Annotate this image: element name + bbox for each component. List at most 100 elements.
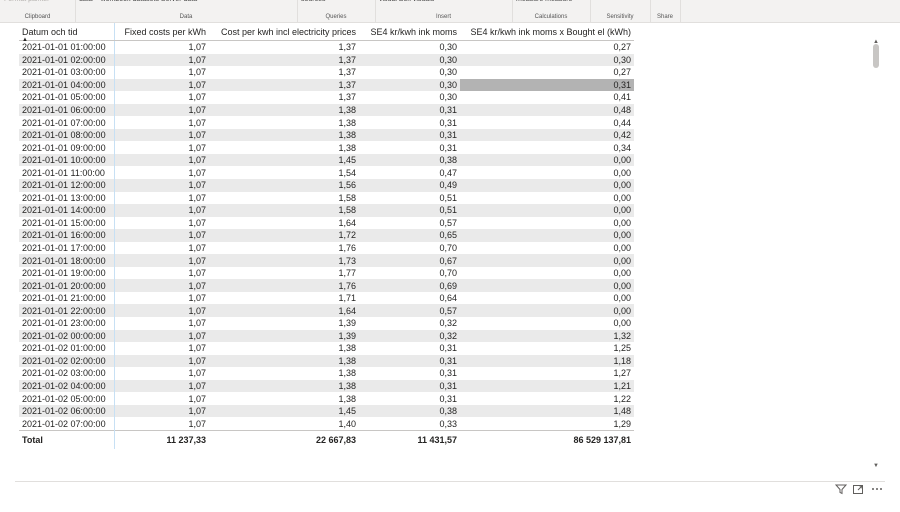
cell-se4-bought[interactable]: 0,00 — [460, 267, 634, 280]
cell-se4-price[interactable]: 0,47 — [359, 166, 460, 179]
table-row[interactable]: 2021-01-01 14:00:00 1,07 1,58 0,51 0,00 — [19, 204, 634, 217]
cell-cost-per-kwh[interactable]: 1,37 — [209, 41, 359, 54]
cell-fixed-costs[interactable]: 1,07 — [114, 267, 209, 280]
filter-icon[interactable] — [834, 483, 848, 495]
table-row[interactable]: 2021-01-01 11:00:00 1,07 1,54 0,47 0,00 — [19, 166, 634, 180]
cell-datum[interactable]: 2021-01-01 01:00:00 — [19, 40, 115, 54]
cell-cost-per-kwh[interactable]: 1,37 — [209, 66, 359, 79]
cell-se4-price[interactable]: 0,70 — [359, 242, 460, 255]
cell-se4-bought[interactable]: 0,30 — [460, 53, 634, 67]
cell-fixed-costs[interactable]: 1,07 — [114, 116, 209, 129]
cell-cost-per-kwh[interactable]: 1,38 — [209, 354, 359, 368]
cell-datum[interactable]: 2021-01-02 02:00:00 — [19, 354, 115, 368]
cell-datum[interactable]: 2021-01-02 00:00:00 — [19, 329, 115, 343]
cell-datum[interactable]: 2021-01-01 12:00:00 — [19, 179, 115, 192]
cell-se4-bought[interactable]: 0,00 — [460, 254, 634, 267]
cell-datum[interactable]: 2021-01-01 07:00:00 — [19, 116, 115, 129]
cell-se4-bought[interactable]: 0,27 — [460, 41, 634, 54]
cell-fixed-costs[interactable]: 1,07 — [114, 379, 209, 393]
cell-fixed-costs[interactable]: 1,07 — [114, 179, 209, 192]
cell-se4-price[interactable]: 0,31 — [359, 367, 460, 380]
table-row[interactable]: 2021-01-01 12:00:00 1,07 1,56 0,49 0,00 — [19, 179, 634, 192]
cell-se4-bought[interactable]: 0,48 — [460, 103, 634, 117]
cell-cost-per-kwh[interactable]: 1,37 — [209, 53, 359, 67]
cell-se4-bought[interactable]: 1,29 — [460, 417, 634, 430]
cell-se4-price[interactable]: 0,30 — [359, 66, 460, 79]
cell-se4-bought[interactable]: 1,22 — [460, 392, 634, 405]
cell-se4-price[interactable]: 0,30 — [359, 78, 460, 92]
cell-cost-per-kwh[interactable]: 1,71 — [209, 292, 359, 305]
table-row[interactable]: 2021-01-01 05:00:00 1,07 1,37 0,30 0,41 — [19, 91, 634, 104]
cell-datum[interactable]: 2021-01-01 11:00:00 — [19, 166, 115, 180]
cell-datum[interactable]: 2021-01-01 05:00:00 — [19, 91, 115, 104]
cell-se4-bought[interactable]: 0,00 — [460, 317, 634, 330]
cell-cost-per-kwh[interactable]: 1,38 — [209, 379, 359, 393]
cell-se4-bought[interactable]: 0,41 — [460, 91, 634, 104]
vertical-scrollbar[interactable]: ▲ ▼ — [871, 38, 881, 470]
ribbon-group-buttons[interactable]: ˅ — [594, 0, 598, 3]
table-row[interactable]: 2021-01-01 18:00:00 1,07 1,73 0,67 0,00 — [19, 254, 634, 267]
cell-cost-per-kwh[interactable]: 1,64 — [209, 304, 359, 318]
table-row[interactable]: 2021-01-01 02:00:00 1,07 1,37 0,30 0,30 — [19, 53, 634, 67]
cell-se4-bought[interactable]: 0,00 — [460, 279, 634, 292]
cell-se4-price[interactable]: 0,51 — [359, 204, 460, 217]
table-row[interactable]: 2021-01-01 19:00:00 1,07 1,77 0,70 0,00 — [19, 266, 634, 280]
table-row[interactable]: 2021-01-01 01:00:00 1,07 1,37 0,30 0,27 — [19, 40, 634, 54]
cell-se4-price[interactable]: 0,31 — [359, 141, 460, 154]
cell-datum[interactable]: 2021-01-01 23:00:00 — [19, 317, 115, 330]
cell-cost-per-kwh[interactable]: 1,56 — [209, 179, 359, 192]
cell-cost-per-kwh[interactable]: 1,38 — [209, 116, 359, 129]
cell-datum[interactable]: 2021-01-01 19:00:00 — [19, 266, 115, 280]
table-row[interactable]: 2021-01-01 10:00:00 1,07 1,45 0,38 0,00 — [19, 153, 634, 167]
cell-datum[interactable]: 2021-01-01 16:00:00 — [19, 229, 115, 242]
cell-datum[interactable]: 2021-01-01 13:00:00 — [19, 191, 115, 205]
column-header-se4-bought[interactable]: SE4 kr/kwh ink moms x Bought el (kWh) — [460, 23, 634, 41]
cell-fixed-costs[interactable]: 1,07 — [114, 242, 209, 255]
cell-datum[interactable]: 2021-01-02 07:00:00 — [19, 417, 115, 431]
cell-fixed-costs[interactable]: 1,07 — [114, 354, 209, 368]
cell-se4-price[interactable]: 0,30 — [359, 41, 460, 54]
cell-cost-per-kwh[interactable]: 1,38 — [209, 392, 359, 405]
cell-se4-bought[interactable]: 0,31 — [460, 78, 634, 92]
table-row[interactable]: 2021-01-01 22:00:00 1,07 1,64 0,57 0,00 — [19, 304, 634, 318]
cell-fixed-costs[interactable]: 1,07 — [114, 229, 209, 242]
cell-se4-bought[interactable]: 0,00 — [460, 153, 634, 167]
ribbon-group-buttons[interactable]: measure measure — [516, 0, 572, 3]
cell-fixed-costs[interactable]: 1,07 — [114, 254, 209, 267]
cell-cost-per-kwh[interactable]: 1,64 — [209, 217, 359, 230]
cell-se4-price[interactable]: 0,57 — [359, 304, 460, 318]
more-options-icon[interactable] — [870, 483, 884, 495]
table-row[interactable]: 2021-01-02 05:00:00 1,07 1,38 0,31 1,22 — [19, 392, 634, 405]
cell-se4-bought[interactable]: 0,00 — [460, 166, 634, 179]
cell-cost-per-kwh[interactable]: 1,37 — [209, 91, 359, 104]
cell-fixed-costs[interactable]: 1,07 — [114, 128, 209, 142]
cell-cost-per-kwh[interactable]: 1,58 — [209, 204, 359, 217]
cell-se4-price[interactable]: 0,38 — [359, 153, 460, 167]
table-row[interactable]: 2021-01-01 21:00:00 1,07 1,71 0,64 0,00 — [19, 291, 634, 305]
cell-se4-price[interactable]: 0,32 — [359, 329, 460, 343]
cell-cost-per-kwh[interactable]: 1,45 — [209, 153, 359, 167]
cell-cost-per-kwh[interactable]: 1,38 — [209, 367, 359, 380]
cell-se4-price[interactable]: 0,67 — [359, 254, 460, 267]
table-row[interactable]: 2021-01-02 07:00:00 1,07 1,40 0,33 1,29 — [19, 417, 634, 431]
table-row[interactable]: 2021-01-02 04:00:00 1,07 1,38 0,31 1,21 — [19, 379, 634, 393]
cell-fixed-costs[interactable]: 1,07 — [114, 329, 209, 343]
cell-fixed-costs[interactable]: 1,07 — [114, 367, 209, 380]
cell-datum[interactable]: 2021-01-01 18:00:00 — [19, 254, 115, 267]
cell-se4-bought[interactable]: 0,00 — [460, 292, 634, 305]
cell-se4-bought[interactable]: 0,00 — [460, 242, 634, 255]
cell-se4-price[interactable]: 0,49 — [359, 179, 460, 192]
cell-fixed-costs[interactable]: 1,07 — [114, 204, 209, 217]
cell-cost-per-kwh[interactable]: 1,73 — [209, 254, 359, 267]
table-row[interactable]: 2021-01-02 00:00:00 1,07 1,39 0,32 1,32 — [19, 329, 634, 343]
cell-se4-price[interactable]: 0,31 — [359, 103, 460, 117]
cell-cost-per-kwh[interactable]: 1,38 — [209, 103, 359, 117]
cell-se4-bought[interactable]: 0,00 — [460, 179, 634, 192]
cell-fixed-costs[interactable]: 1,07 — [114, 317, 209, 330]
table-row[interactable]: 2021-01-02 03:00:00 1,07 1,38 0,31 1,27 — [19, 367, 634, 380]
cell-cost-per-kwh[interactable]: 1,77 — [209, 267, 359, 280]
cell-fixed-costs[interactable]: 1,07 — [114, 41, 209, 54]
cell-datum[interactable]: 2021-01-01 02:00:00 — [19, 53, 115, 67]
cell-cost-per-kwh[interactable]: 1,76 — [209, 242, 359, 255]
cell-datum[interactable]: 2021-01-01 20:00:00 — [19, 279, 115, 292]
